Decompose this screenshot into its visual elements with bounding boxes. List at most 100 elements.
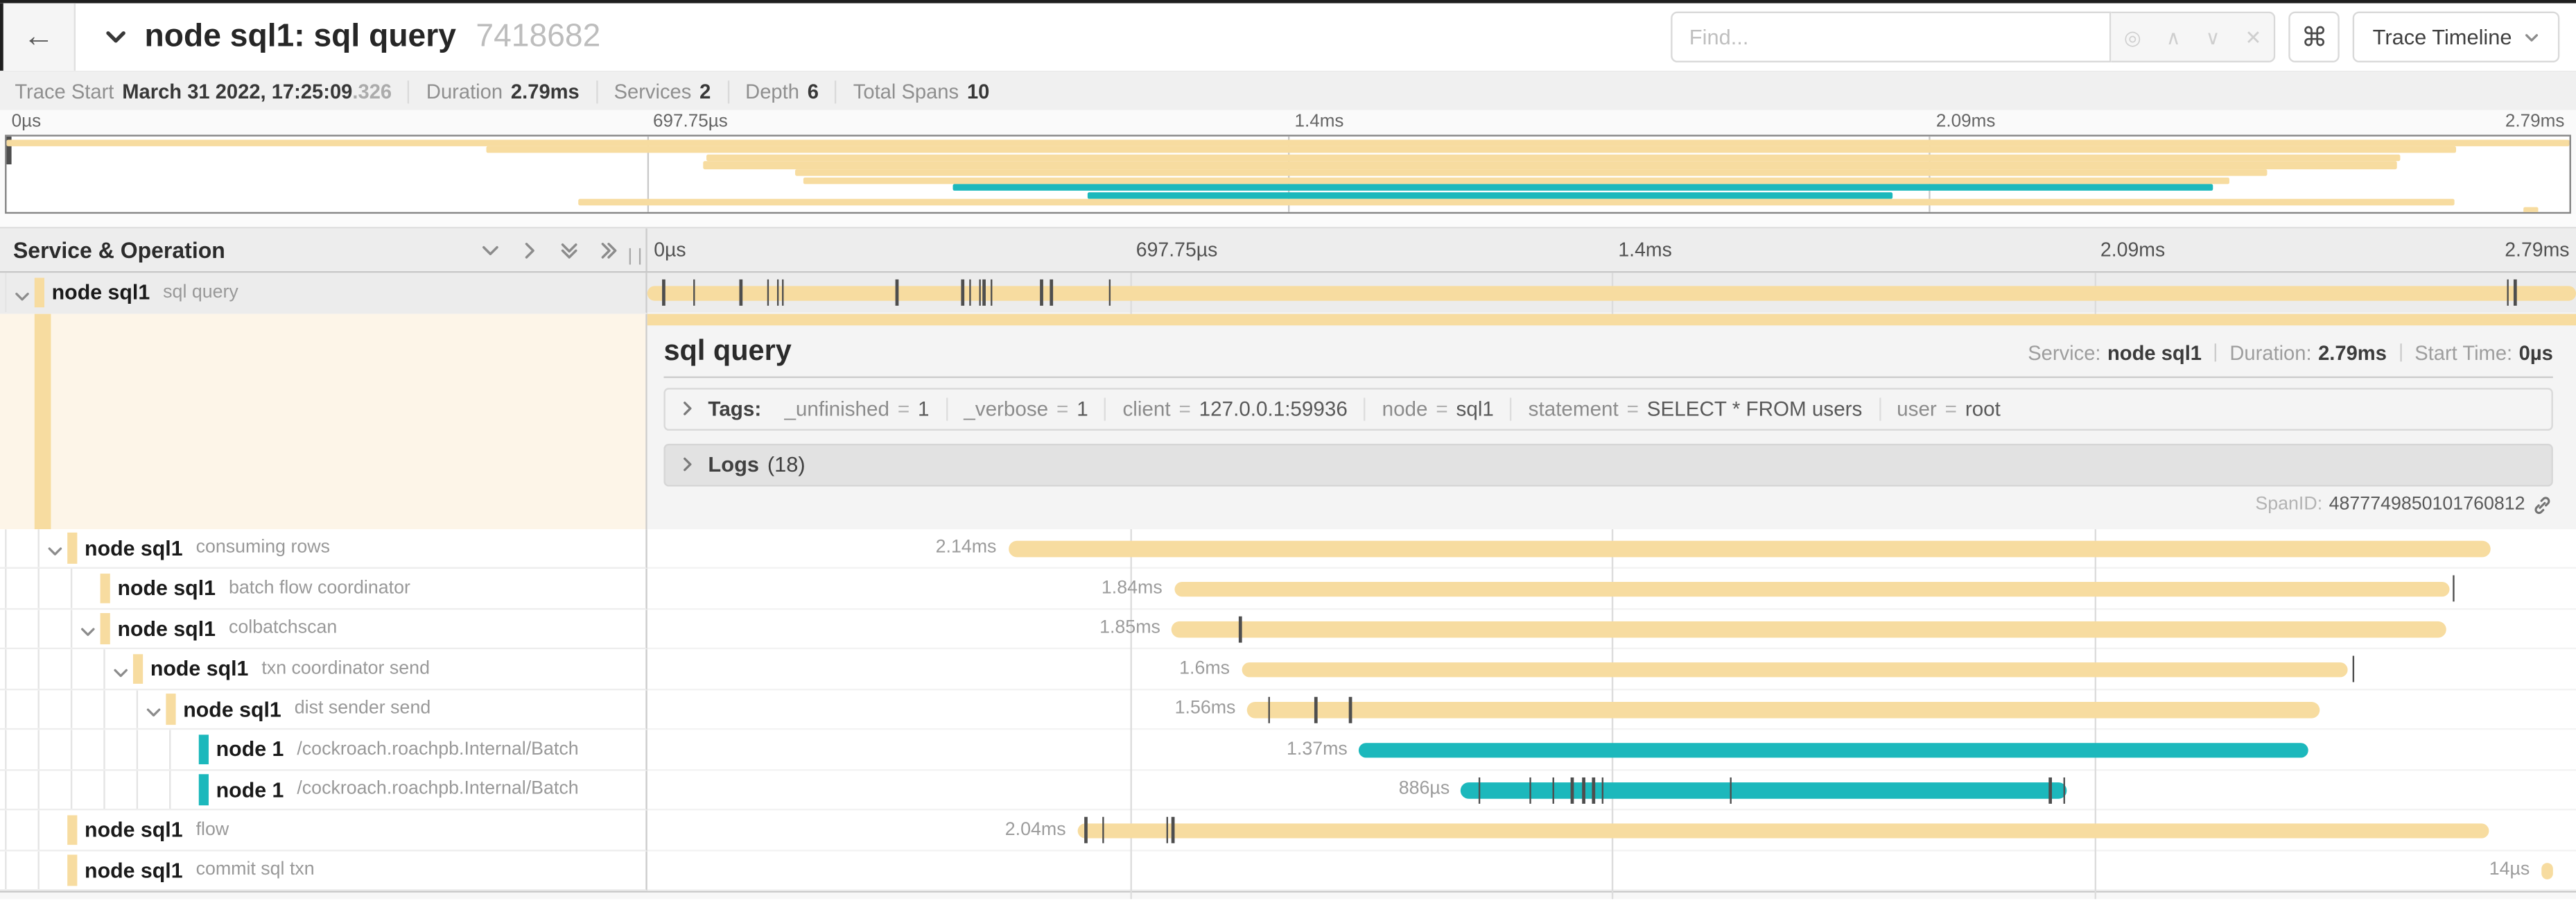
span-row[interactable]: node sql1dist sender send1.56ms bbox=[0, 689, 2576, 730]
span-labels: node sql1sql query bbox=[52, 273, 238, 311]
span-color-bar bbox=[35, 277, 44, 307]
span-row[interactable]: node 1/cockroach.roachpb.Internal/Batch8… bbox=[0, 770, 2576, 810]
span-bar[interactable] bbox=[1174, 581, 2448, 597]
log-marker bbox=[1172, 817, 1174, 843]
find-prev-icon[interactable]: ∧ bbox=[2166, 26, 2181, 49]
tick-label: 1.4ms bbox=[1618, 239, 1671, 261]
duration-label: 1.6ms bbox=[1179, 649, 1230, 688]
logs-summary[interactable]: Logs (18) bbox=[663, 443, 2552, 486]
expand-one-icon[interactable] bbox=[519, 239, 541, 261]
span-color-bar bbox=[67, 854, 76, 885]
span-name-cell[interactable]: node 1/cockroach.roachpb.Internal/Batch bbox=[0, 770, 647, 810]
link-icon[interactable] bbox=[2532, 494, 2553, 515]
view-selector-button[interactable]: Trace Timeline bbox=[2353, 12, 2559, 62]
span-name-cell[interactable]: node sql1batch flow coordinator bbox=[0, 569, 647, 609]
span-row[interactable]: node sql1batch flow coordinator1.84ms bbox=[0, 569, 2576, 609]
service-name: node 1 bbox=[216, 777, 284, 802]
span-row[interactable]: node sql1sql query bbox=[0, 273, 2576, 313]
title-chevron-down-icon[interactable] bbox=[103, 25, 128, 50]
find-target-icon[interactable]: ◎ bbox=[2124, 26, 2141, 49]
log-marker bbox=[1269, 696, 1271, 723]
bottom-strip bbox=[0, 891, 2576, 899]
log-marker bbox=[1050, 280, 1052, 306]
span-color-bar bbox=[35, 313, 51, 528]
indent-guide bbox=[103, 730, 105, 768]
tags-summary[interactable]: Tags: _unfinished=1_verbose=1client=127.… bbox=[663, 387, 2552, 430]
span-bar[interactable] bbox=[1172, 621, 2446, 637]
find-next-icon[interactable]: ∨ bbox=[2206, 26, 2220, 49]
minimap-span-bar bbox=[704, 162, 2398, 169]
span-timeline-cell[interactable]: 1.6ms bbox=[647, 649, 2576, 689]
service-name: node sql1 bbox=[117, 576, 216, 601]
span-row[interactable]: node sql1txn coordinator send 1.6ms bbox=[0, 649, 2576, 689]
span-row[interactable]: node sql1colbatchscan1.85ms bbox=[0, 609, 2576, 649]
span-bar[interactable] bbox=[647, 285, 2576, 301]
indent-guide bbox=[103, 689, 105, 728]
span-timeline-cell[interactable]: 14µs bbox=[647, 850, 2576, 891]
span-timeline-cell[interactable]: 886µs bbox=[647, 770, 2576, 810]
span-name-cell[interactable]: node sql1txn coordinator send bbox=[0, 649, 647, 689]
operation-name: /cockroach.roachpb.Internal/Batch bbox=[297, 780, 578, 799]
duration-label: 2.04ms bbox=[1005, 810, 1066, 849]
span-timeline-cell[interactable] bbox=[647, 273, 2576, 313]
span-labels: node sql1flow bbox=[85, 810, 229, 849]
chevron-down-icon[interactable] bbox=[145, 700, 163, 730]
span-labels: node sql1txn coordinator send bbox=[150, 649, 430, 688]
expand-all-icon[interactable] bbox=[598, 239, 620, 261]
chevron-down-icon[interactable] bbox=[13, 284, 31, 313]
span-name-cell[interactable]: node sql1colbatchscan bbox=[0, 609, 647, 649]
span-bar[interactable] bbox=[2541, 863, 2553, 879]
tag-value: 1 bbox=[918, 397, 929, 420]
chevron-down-icon[interactable] bbox=[112, 660, 130, 690]
service-operation-header: Service & Operation bbox=[0, 228, 647, 271]
span-row[interactable]: node 1/cockroach.roachpb.Internal/Batch1… bbox=[0, 730, 2576, 770]
span-timeline-cell[interactable]: 1.56ms bbox=[647, 689, 2576, 730]
log-marker bbox=[961, 280, 964, 306]
span-row[interactable]: node sql1consuming rows2.14ms bbox=[0, 528, 2576, 569]
span-row[interactable]: node sql1commit sql txn14µs bbox=[0, 850, 2576, 891]
span-timeline-cell[interactable]: 1.84ms bbox=[647, 569, 2576, 609]
span-name-cell[interactable]: node sql1commit sql txn bbox=[0, 850, 647, 891]
tag-key: client bbox=[1122, 397, 1170, 420]
find-input[interactable] bbox=[1671, 12, 2112, 62]
service-name: node sql1 bbox=[150, 656, 249, 681]
log-marker bbox=[2049, 777, 2051, 803]
collapse-all-icon[interactable] bbox=[559, 239, 580, 261]
span-timeline-cell[interactable]: 1.85ms bbox=[647, 609, 2576, 649]
span-name-cell[interactable]: node sql1sql query bbox=[0, 273, 647, 313]
span-bar[interactable] bbox=[1008, 541, 2491, 557]
span-name-cell[interactable]: node sql1consuming rows bbox=[0, 528, 647, 569]
span-timeline-cell[interactable]: 1.37ms bbox=[647, 730, 2576, 770]
tag-equals: = bbox=[898, 397, 910, 420]
column-resizer-grip[interactable] bbox=[629, 248, 641, 265]
indent-guide bbox=[38, 609, 40, 648]
span-bar[interactable] bbox=[1077, 823, 2489, 839]
span-name-cell[interactable]: node sql1dist sender send bbox=[0, 689, 647, 730]
keyboard-shortcuts-button[interactable]: ⌘ bbox=[2289, 12, 2340, 62]
span-rows: node sql1sql query sql query Service: no… bbox=[0, 273, 2576, 891]
chevron-down-icon[interactable] bbox=[46, 539, 64, 569]
back-button[interactable]: ← bbox=[0, 3, 76, 71]
span-bar[interactable] bbox=[1359, 742, 2308, 758]
chevron-down-icon[interactable] bbox=[79, 619, 97, 649]
log-marker bbox=[2063, 777, 2065, 803]
log-marker bbox=[1166, 817, 1168, 843]
indent-guide bbox=[5, 850, 6, 889]
stat-duration: Duration 2.79ms bbox=[408, 80, 596, 103]
span-timeline-cell[interactable]: 2.04ms bbox=[647, 810, 2576, 850]
span-bar[interactable] bbox=[1242, 662, 2349, 678]
collapse-one-icon[interactable] bbox=[480, 239, 501, 261]
span-row[interactable]: node sql1flow 2.04ms bbox=[0, 810, 2576, 850]
indent-guide bbox=[71, 689, 72, 728]
span-name-cell[interactable]: node 1/cockroach.roachpb.Internal/Batch bbox=[0, 730, 647, 770]
log-marker bbox=[2507, 280, 2509, 306]
span-timeline-cell[interactable]: 2.14ms bbox=[647, 528, 2576, 569]
span-name-cell[interactable]: node sql1flow bbox=[0, 810, 647, 850]
span-bar[interactable] bbox=[1247, 702, 2320, 718]
log-marker bbox=[1479, 777, 1481, 803]
log-marker bbox=[1583, 777, 1585, 803]
indent-guide bbox=[103, 770, 105, 809]
minimap-canvas[interactable] bbox=[5, 135, 2571, 214]
find-clear-icon[interactable]: ✕ bbox=[2245, 26, 2261, 49]
command-icon: ⌘ bbox=[2301, 21, 2328, 53]
